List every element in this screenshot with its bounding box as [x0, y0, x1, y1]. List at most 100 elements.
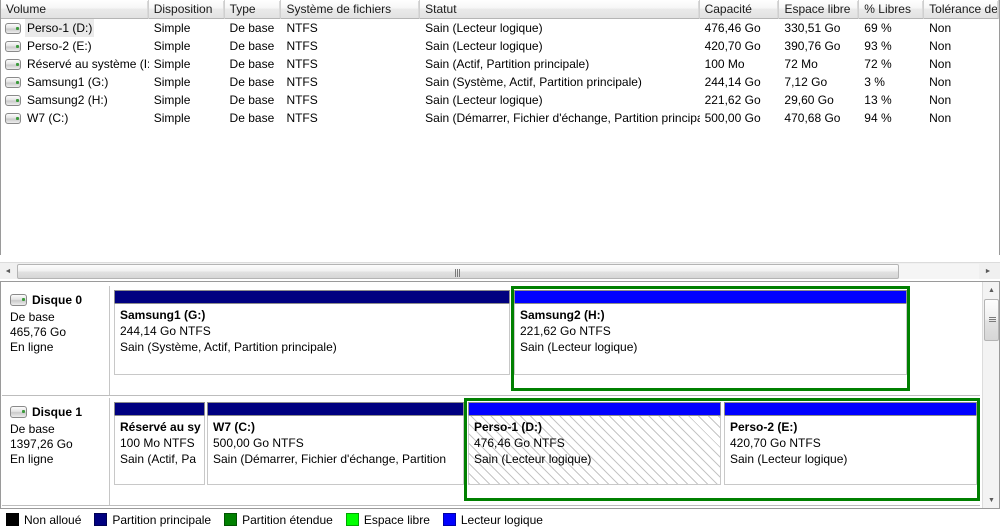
table-row[interactable]: Réservé au système (I:) Simple De base NTFS…: [1, 55, 999, 73]
cell-percent-free: 3 %: [864, 75, 885, 89]
column-header-type[interactable]: Type: [225, 0, 282, 19]
cell-layout: Simple: [153, 57, 191, 71]
column-header-layout[interactable]: Disposition: [149, 0, 225, 19]
cell-status: Sain (Lecteur logique): [425, 93, 543, 107]
disk-info-panel[interactable]: Disque 0 De base 465,76 Go En ligne: [2, 286, 110, 395]
cell-layout: Simple: [153, 39, 191, 53]
partition-size: 476,46 Go NTFS: [474, 436, 565, 450]
cell-filesystem: NTFS: [286, 111, 318, 125]
volume-name: Perso-2 (E:): [27, 39, 92, 53]
cell-percent-free: 93 %: [864, 39, 892, 53]
partition-status: Sain (Lecteur logique): [730, 452, 848, 466]
cell-percent-free: 13 %: [864, 93, 892, 107]
disk-size: 465,76 Go: [10, 325, 67, 339]
partition-name: Samsung2 (H:): [520, 308, 605, 322]
cell-layout: Simple: [153, 111, 191, 125]
cell-filesystem: NTFS: [286, 39, 318, 53]
cell-type: De base: [229, 57, 275, 71]
table-row[interactable]: Perso-1 (D:) Simple De base NTFS Sain (Lecte…: [1, 19, 999, 37]
cell-capacity: 420,70 Go: [704, 39, 761, 53]
volume-list-pane: Volume Disposition Type Système de fichi…: [0, 0, 1000, 255]
column-header-capacity[interactable]: Capacité: [700, 0, 780, 19]
partition-details: Perso-1 (D:) 476,46 Go NTFS Sain (Lecteur …: [468, 415, 721, 485]
cell-free-space: 29,60 Go: [784, 93, 834, 107]
disk-row: Disque 0 De base 465,76 Go En ligne Samsung1…: [2, 286, 980, 396]
partition-status: Sain (Lecteur logique): [474, 452, 592, 466]
cell-layout: Simple: [153, 93, 191, 107]
partition-block[interactable]: Samsung2 (H:) 221,62 Go NTFS Sain (Lecteur…: [514, 290, 907, 375]
cell-filesystem: NTFS: [286, 57, 318, 71]
legend-item: Partition étendue: [224, 513, 333, 527]
disk-type: De base: [10, 310, 55, 324]
legend-label: Lecteur logique: [460, 512, 543, 527]
column-header-fault-tolerance[interactable]: Tolérance de: [924, 0, 999, 19]
cell-fault-tolerance: Non: [929, 21, 952, 35]
partition-block[interactable]: W7 (C:) 500,00 Go NTFS Sain (Démarrer, Fic…: [207, 402, 464, 485]
partition-status: Sain (Système, Actif, Partition principa…: [120, 340, 337, 354]
cell-filesystem: NTFS: [286, 21, 318, 35]
disk-type: De base: [10, 422, 55, 436]
table-row[interactable]: Samsung2 (H:) Simple De base NTFS Sain (Lect…: [1, 91, 999, 109]
cell-type: De base: [229, 39, 275, 53]
partition-color-bar: [724, 402, 977, 415]
scroll-right-arrow-icon[interactable]: ►: [980, 263, 996, 280]
horizontal-scroll-thumb[interactable]: [17, 264, 899, 279]
volume-name: Réservé au système (I:): [27, 57, 149, 71]
cell-layout: Simple: [153, 75, 191, 89]
partition-block[interactable]: Réservé au sy 100 Mo NTFS Sain (Actif, Pa: [114, 402, 205, 485]
legend-bar: Non alloué Partition principale Partition …: [0, 508, 1000, 530]
table-row[interactable]: Perso-2 (E:) Simple De base NTFS Sain (Lecte…: [1, 37, 999, 55]
cell-volume: Réservé au système (I:): [1, 55, 149, 73]
cell-capacity: 500,00 Go: [704, 111, 761, 125]
partition-name: Perso-2 (E:): [730, 420, 798, 434]
volume-name: Samsung2 (H:): [27, 93, 108, 107]
cell-status: Sain (Démarrer, Fichier d'échange, Parti…: [425, 111, 700, 125]
disk-title: Disque 1: [10, 405, 103, 419]
scroll-up-arrow-icon[interactable]: ▲: [983, 282, 1000, 298]
column-header-volume[interactable]: Volume: [1, 0, 149, 19]
cell-status: Sain (Système, Actif, Partition principa…: [425, 75, 642, 89]
cell-volume: Perso-2 (E:): [1, 37, 149, 55]
legend-item: Partition principale: [94, 513, 211, 527]
partition-size: 244,14 Go NTFS: [120, 324, 211, 338]
partition-size: 500,00 Go NTFS: [213, 436, 304, 450]
legend-item: Espace libre: [345, 512, 430, 527]
cell-status: Sain (Lecteur logique): [425, 21, 543, 35]
legend-swatch-icon: [224, 513, 238, 526]
partition-block[interactable]: Perso-2 (E:) 420,70 Go NTFS Sain (Lecteur …: [724, 402, 977, 485]
legend-item: Non alloué: [6, 513, 81, 527]
legend-swatch-icon: [442, 513, 456, 526]
cell-status: Sain (Actif, Partition principale): [425, 57, 590, 71]
partition-details: Samsung1 (G:) 244,14 Go NTFS Sain (Système…: [114, 303, 510, 375]
partition-size: 221,62 Go NTFS: [520, 324, 611, 338]
cell-status: Sain (Lecteur logique): [425, 39, 543, 53]
column-header-free-space[interactable]: Espace libre: [779, 0, 860, 19]
table-row[interactable]: W7 (C:) Simple De base NTFS Sain (Démarrer, …: [1, 109, 999, 127]
table-row[interactable]: Samsung1 (G:) Simple De base NTFS Sain (Syst…: [1, 73, 999, 91]
partition-block[interactable]: Samsung1 (G:) 244,14 Go NTFS Sain (Système…: [114, 290, 510, 375]
disk-name: Disque 1: [32, 405, 83, 419]
scroll-left-arrow-icon[interactable]: ◄: [0, 263, 16, 280]
column-header-filesystem[interactable]: Système de fichiers: [281, 0, 421, 19]
scroll-grip-icon: [989, 317, 996, 323]
column-header-status[interactable]: Statut: [420, 0, 700, 19]
cell-capacity: 476,46 Go: [704, 21, 761, 35]
drive-icon: [5, 22, 21, 34]
vertical-scroll-thumb[interactable]: [984, 299, 999, 341]
legend-label: Espace libre: [363, 512, 430, 527]
drive-icon: [5, 94, 21, 106]
disk-row: Disque 1 De base 1397,26 Go En ligne Réservé…: [2, 398, 980, 506]
cell-filesystem: NTFS: [286, 93, 318, 107]
scroll-down-arrow-icon[interactable]: ▼: [983, 492, 1000, 508]
cell-type: De base: [229, 21, 275, 35]
disk-info-panel[interactable]: Disque 1 De base 1397,26 Go En ligne: [2, 398, 110, 505]
column-header-percent-free[interactable]: % Libres: [859, 0, 925, 19]
vertical-scrollbar[interactable]: ▲ ▼: [982, 282, 999, 508]
volume-list-rows: Perso-1 (D:) Simple De base NTFS Sain (Lecte…: [1, 19, 999, 127]
horizontal-scrollbar[interactable]: ◄ ►: [0, 262, 1000, 279]
disk-icon: [10, 406, 27, 418]
graphical-disk-pane: Disque 0 De base 465,76 Go En ligne Samsung1…: [0, 281, 1000, 508]
partition-block[interactable]: Perso-1 (D:) 476,46 Go NTFS Sain (Lecteur …: [468, 402, 721, 485]
cell-filesystem: NTFS: [286, 75, 318, 89]
disk-partition-map: Réservé au sy 100 Mo NTFS Sain (Actif, Pa W…: [110, 398, 980, 505]
